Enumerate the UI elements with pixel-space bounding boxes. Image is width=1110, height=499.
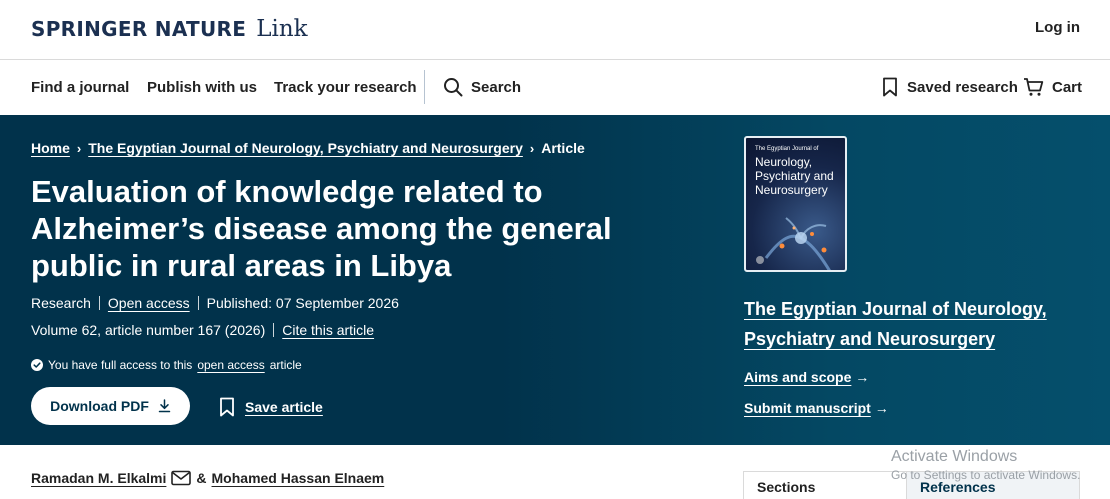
- save-article-button[interactable]: Save article: [219, 397, 323, 417]
- saved-research-link[interactable]: Saved research: [882, 77, 1018, 97]
- watermark-subtitle: Go to Settings to activate Windows.: [891, 468, 1081, 482]
- article-volume-line: Volume 62, article number 167 (2026) Cite…: [31, 322, 374, 338]
- arrow-right-icon: →: [874, 400, 889, 416]
- article-hero: Home › The Egyptian Journal of Neurology…: [0, 115, 1110, 445]
- aims-and-scope-label: Aims and scope: [744, 369, 852, 385]
- tab-sections[interactable]: Sections: [744, 472, 906, 499]
- published-date: Published: 07 September 2026: [206, 295, 399, 311]
- meta-divider: [197, 296, 199, 310]
- breadcrumb: Home › The Egyptian Journal of Neurology…: [31, 140, 585, 156]
- author-link[interactable]: Ramadan M. Elkalmi: [31, 470, 166, 486]
- main-nav: Find a journal Publish with us Track you…: [0, 60, 1110, 115]
- meta-divider: [98, 296, 100, 310]
- journal-name-link[interactable]: The Egyptian Journal of Neurology, Psych…: [744, 294, 1074, 354]
- nav-find-journal[interactable]: Find a journal: [31, 79, 129, 96]
- access-note: You have full access to this open access…: [31, 358, 302, 372]
- top-header: SPRINGER NATURE Link Log in: [0, 0, 1110, 60]
- access-note-suffix: article: [269, 358, 302, 372]
- cite-article-link[interactable]: Cite this article: [282, 322, 374, 338]
- breadcrumb-home[interactable]: Home: [31, 140, 70, 156]
- nav-publish-with-us[interactable]: Publish with us: [147, 79, 257, 96]
- article-meta: Research Open access Published: 07 Septemb…: [31, 295, 399, 311]
- download-pdf-label: Download PDF: [50, 398, 149, 414]
- search-label: Search: [471, 78, 522, 96]
- download-pdf-button[interactable]: Download PDF: [31, 387, 190, 425]
- author-list: Ramadan M. Elkalmi & Mohamed Hassan Elna…: [31, 470, 384, 486]
- open-access-link[interactable]: Open access: [108, 295, 190, 311]
- nav-track-research[interactable]: Track your research: [274, 79, 417, 96]
- author-link[interactable]: Mohamed Hassan Elnaem: [212, 470, 385, 486]
- cover-text: The Egyptian Journal of Neurology, Psych…: [755, 146, 841, 197]
- check-circle-icon: [31, 359, 43, 371]
- login-link[interactable]: Log in: [1035, 19, 1080, 36]
- article-type: Research: [31, 295, 91, 311]
- logo-brand-text: SPRINGER NATURE: [31, 17, 247, 41]
- volume-info: Volume 62, article number 167 (2026): [31, 322, 266, 338]
- access-note-open-access-link[interactable]: open access: [197, 358, 264, 372]
- breadcrumb-journal[interactable]: The Egyptian Journal of Neurology, Psych…: [88, 140, 523, 156]
- bookmark-icon: [219, 397, 235, 417]
- email-icon[interactable]: [171, 470, 192, 486]
- cart-icon: [1023, 77, 1044, 97]
- logo-product-text: Link: [256, 16, 308, 42]
- save-article-label: Save article: [245, 399, 323, 415]
- search-icon: [443, 77, 463, 97]
- submit-manuscript-link[interactable]: Submit manuscript →: [744, 400, 889, 416]
- aims-and-scope-link[interactable]: Aims and scope →: [744, 369, 869, 385]
- springer-nature-link-logo[interactable]: SPRINGER NATURE Link: [31, 16, 308, 44]
- bookmark-icon: [882, 77, 898, 97]
- cart-link[interactable]: Cart: [1023, 77, 1082, 97]
- cover-title: Neurology, Psychiatry and Neurosurgery: [755, 155, 834, 197]
- chevron-right-icon: ›: [529, 140, 535, 156]
- search-button[interactable]: Search: [443, 77, 521, 97]
- journal-cover-image[interactable]: The Egyptian Journal of Neurology, Psych…: [744, 136, 847, 272]
- nav-divider: [424, 70, 425, 104]
- breadcrumb-current: Article: [541, 140, 585, 156]
- chevron-right-icon: ›: [76, 140, 82, 156]
- cart-label: Cart: [1052, 78, 1083, 96]
- arrow-right-icon: →: [855, 369, 870, 385]
- author-separator: &: [196, 470, 207, 486]
- watermark-title: Activate Windows: [891, 448, 1018, 465]
- article-title: Evaluation of knowledge related to Alzhe…: [31, 174, 612, 283]
- activate-windows-watermark: Activate Windows Go to Settings to activ…: [891, 448, 1080, 482]
- download-icon: [158, 399, 171, 413]
- saved-research-label: Saved research: [907, 78, 1018, 96]
- meta-divider: [273, 323, 275, 337]
- submit-manuscript-label: Submit manuscript: [744, 400, 871, 416]
- access-note-prefix: You have full access to this: [48, 358, 193, 372]
- cover-subtitle: The Egyptian Journal of: [755, 146, 819, 152]
